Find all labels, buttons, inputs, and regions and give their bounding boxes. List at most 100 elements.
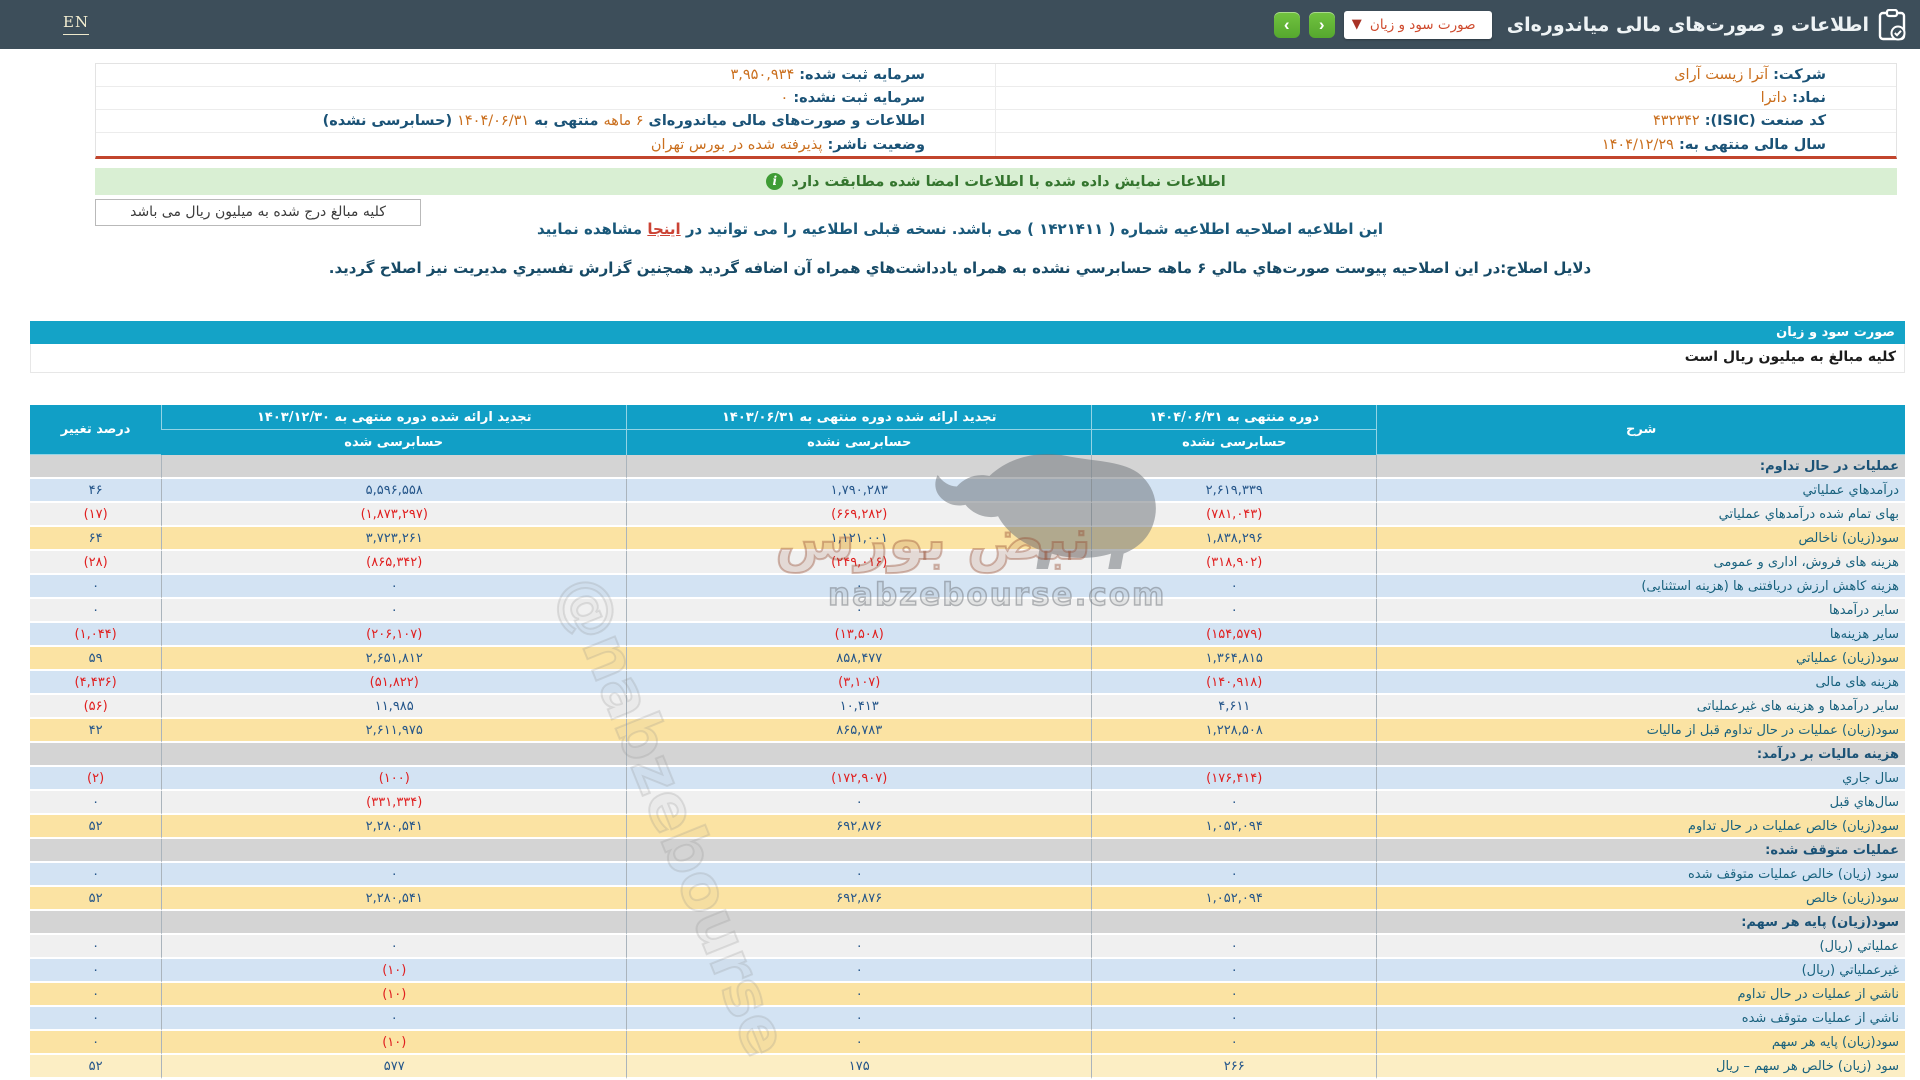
- col-change-percent: درصد تغییر: [30, 405, 161, 455]
- isic-label: کد صنعت (ISIC):: [1705, 113, 1826, 129]
- row-label: سال‌هاي قبل: [1376, 791, 1905, 815]
- row-label: سود(زیان) عملیاتي: [1376, 647, 1905, 671]
- cell-value: ۶۹۲,۸۷۶: [626, 887, 1091, 911]
- nav-forward-button[interactable]: ‹: [1309, 12, 1335, 38]
- cell-value: [626, 743, 1091, 767]
- row-label: غیرعملیاتي (ریال): [1376, 959, 1905, 983]
- table-row: هزینه کاهش ارزش دریافتنی ها (هزینه استثن…: [30, 575, 1905, 599]
- unregistered-capital-field: سرمایه ثبت نشده: ۰: [96, 87, 996, 109]
- symbol-value[interactable]: داترا: [1761, 90, 1788, 106]
- cell-value: ۸۵۸,۴۷۷: [626, 647, 1091, 671]
- cell-value: ۵,۵۹۶,۵۵۸: [161, 479, 626, 503]
- table-header: شرح دوره منتهی به ۱۴۰۴/۰۶/۳۱ تجدید ارائه…: [30, 405, 1905, 455]
- cell-value: ۱۰,۴۱۳: [626, 695, 1091, 719]
- cell-value: ۱,۳۶۴,۸۱۵: [1091, 647, 1376, 671]
- registered-capital-label: سرمایه ثبت شده:: [799, 67, 925, 83]
- col-period-current: دوره منتهی به ۱۴۰۴/۰۶/۳۱: [1091, 405, 1376, 430]
- statement-type-dropdown[interactable]: صورت سود و زیان ▼: [1344, 11, 1492, 39]
- table-row: سود(زیان) خالص عملیات در حال تداوم۱,۰۵۲,…: [30, 815, 1905, 839]
- cell-value: ۰: [626, 1007, 1091, 1031]
- cell-change-percent: (۲): [30, 767, 161, 791]
- fiscal-year-label: سال مالی منتهی به:: [1679, 137, 1826, 153]
- amendment-reason: دلایل اصلاح:در این اصلاحیه پیوست صورت‌ها…: [0, 259, 1920, 277]
- row-label: عملیاتي (ریال): [1376, 935, 1905, 959]
- symbol-field: نماد: داترا: [996, 87, 1896, 109]
- cell-value: ۰: [626, 959, 1091, 983]
- table-row: سایر درآمدها و هزینه های غیرعملیاتی۴,۶۱۱…: [30, 695, 1905, 719]
- cell-change-percent: ۰: [30, 959, 161, 983]
- cell-value: (۱۰): [161, 1031, 626, 1055]
- period-info-middle: منتهی به: [534, 113, 598, 129]
- table-row: غیرعملیاتي (ریال)۰۰(۱۰)۰: [30, 959, 1905, 983]
- cell-value: ۲,۶۵۱,۸۱۲: [161, 647, 626, 671]
- cell-value: ۰: [626, 863, 1091, 887]
- cell-value: ۱,۰۵۲,۰۹۴: [1091, 815, 1376, 839]
- row-label: سود(زیان) پایه هر سهم: [1376, 1031, 1905, 1055]
- cell-change-percent: (۵۶): [30, 695, 161, 719]
- company-value[interactable]: آترا زیست آرای: [1674, 67, 1768, 83]
- company-field: شرکت: آترا زیست آرای: [996, 64, 1896, 86]
- cell-value: ۰: [1091, 599, 1376, 623]
- cell-value: (۶۶۹,۲۸۲): [626, 503, 1091, 527]
- cell-change-percent: [30, 455, 161, 479]
- table-row: ناشي از عملیات متوقف شده۰۰۰۰: [30, 1007, 1905, 1031]
- row-label: ناشي از عملیات در حال تداوم: [1376, 983, 1905, 1007]
- table-row: عملیاتي (ریال)۰۰۰۰: [30, 935, 1905, 959]
- cell-value: (۱۳,۵۰۸): [626, 623, 1091, 647]
- cell-value: [161, 911, 626, 935]
- cell-value: (۱۷۲,۹۰۷): [626, 767, 1091, 791]
- fiscal-year-field: سال مالی منتهی به: ۱۴۰۴/۱۲/۲۹: [996, 133, 1896, 156]
- cell-value: ۰: [161, 935, 626, 959]
- table-row: ناشي از عملیات در حال تداوم۰۰(۱۰)۰: [30, 983, 1905, 1007]
- cell-value: ۰: [1091, 959, 1376, 983]
- cell-value: [1091, 911, 1376, 935]
- cell-value: ۱,۱۲۱,۰۰۱: [626, 527, 1091, 551]
- cell-change-percent: [30, 839, 161, 863]
- signed-info-banner: اطلاعات نمایش داده شده با اطلاعات امضا ش…: [95, 168, 1897, 195]
- cell-change-percent: (۲۸): [30, 551, 161, 575]
- cell-change-percent: ۰: [30, 935, 161, 959]
- cell-change-percent: ۰: [30, 1031, 161, 1055]
- cell-value: ۰: [1091, 575, 1376, 599]
- language-toggle-en[interactable]: EN: [63, 13, 89, 35]
- cell-value: ۲,۶۱۹,۳۳۹: [1091, 479, 1376, 503]
- row-label: سود(زیان) عملیات در حال تداوم قبل از مال…: [1376, 719, 1905, 743]
- cell-change-percent: (۱,۰۴۴): [30, 623, 161, 647]
- cell-change-percent: ۵۹: [30, 647, 161, 671]
- cell-value: ۰: [626, 599, 1091, 623]
- cell-change-percent: ۰: [30, 863, 161, 887]
- cell-value: ۱,۷۹۰,۲۸۳: [626, 479, 1091, 503]
- table-row: سایر هزینه‌ها(۱۵۴,۵۷۹)(۱۳,۵۰۸)(۲۰۶,۱۰۷)(…: [30, 623, 1905, 647]
- cell-value: ۰: [626, 791, 1091, 815]
- cell-value: [1091, 455, 1376, 479]
- cell-value: ۵۷۷: [161, 1055, 626, 1079]
- cell-change-percent: (۱۷): [30, 503, 161, 527]
- cell-value: [161, 839, 626, 863]
- cell-change-percent: ۰: [30, 983, 161, 1007]
- cell-value: ۰: [161, 599, 626, 623]
- cell-value: ۱۷۵: [626, 1055, 1091, 1079]
- row-label: عملیات در حال تداوم:: [1376, 455, 1905, 479]
- period-info-prefix: اطلاعات و صورت‌های مالی میاندوره‌ای: [649, 113, 925, 129]
- row-label: سود (زیان) خالص هر سهم – ریال: [1376, 1055, 1905, 1079]
- cell-value: ۰: [1091, 983, 1376, 1007]
- cell-value: (۱۵۴,۵۷۹): [1091, 623, 1376, 647]
- cell-change-percent: [30, 911, 161, 935]
- cell-value: [626, 455, 1091, 479]
- period-info-field: اطلاعات و صورت‌های مالی میاندوره‌ای ۶ ما…: [96, 110, 996, 132]
- cell-change-percent: ۵۲: [30, 815, 161, 839]
- clipboard-icon: [1878, 9, 1906, 41]
- section-row: هزینه مالیات بر درآمد:: [30, 743, 1905, 767]
- cell-value: ۳,۷۲۳,۲۶۱: [161, 527, 626, 551]
- cell-value: ۰: [161, 575, 626, 599]
- cell-value: [161, 743, 626, 767]
- period-info-months: ۶ ماهه: [604, 113, 644, 129]
- info-row: سال مالی منتهی به: ۱۴۰۴/۱۲/۲۹ وضعیت ناشر…: [96, 133, 1896, 156]
- table-row: بهای تمام شده درآمدهاي عملیاتي(۷۸۱,۰۴۳)(…: [30, 503, 1905, 527]
- period-info-date: ۱۴۰۴/۰۶/۳۱: [457, 113, 529, 129]
- table-row: سال جاري(۱۷۶,۴۱۴)(۱۷۲,۹۰۷)(۱۰۰)(۲): [30, 767, 1905, 791]
- cell-value: (۱۷۶,۴۱۴): [1091, 767, 1376, 791]
- previous-version-link[interactable]: اینجا: [647, 220, 680, 238]
- nav-back-button[interactable]: ›: [1274, 12, 1300, 38]
- cell-value: ۰: [161, 863, 626, 887]
